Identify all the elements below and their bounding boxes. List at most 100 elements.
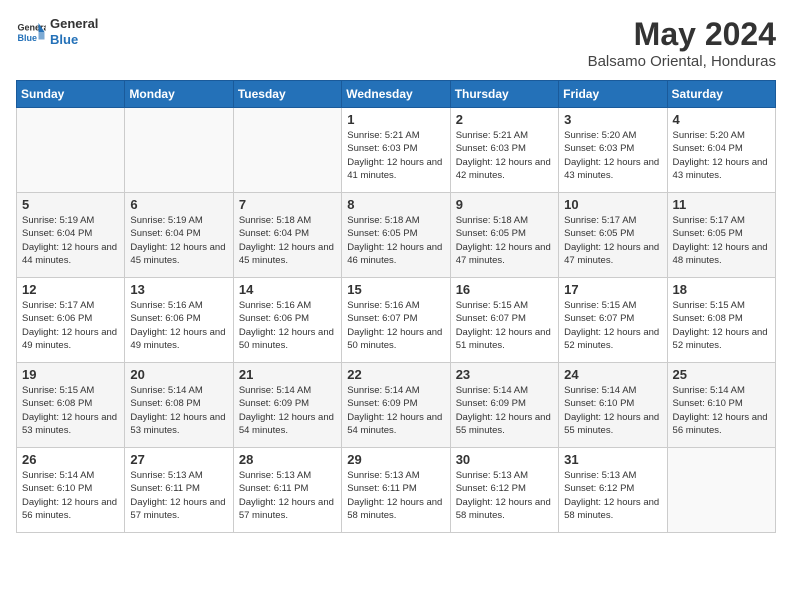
table-row: 25 Sunrise: 5:14 AM Sunset: 6:10 PM Dayli… bbox=[667, 363, 775, 448]
day-detail: Sunrise: 5:14 AM Sunset: 6:10 PM Dayligh… bbox=[564, 384, 661, 437]
table-row: 27Sunrise: 5:13 AM Sunset: 6:11 PM Dayli… bbox=[125, 448, 233, 533]
calendar-week-row: 12Sunrise: 5:17 AM Sunset: 6:06 PM Dayli… bbox=[17, 278, 776, 363]
day-detail: Sunrise: 5:15 AM Sunset: 6:08 PM Dayligh… bbox=[673, 299, 770, 352]
header-saturday: Saturday bbox=[667, 81, 775, 108]
day-number: 22 bbox=[347, 367, 444, 382]
calendar-table: Sunday Monday Tuesday Wednesday Thursday… bbox=[16, 80, 776, 533]
table-row: 29 Sunrise: 5:13 AM Sunset: 6:11 PM Dayli… bbox=[342, 448, 450, 533]
day-number: 4 bbox=[673, 112, 770, 127]
day-detail: Sunrise: 5:14 AM Sunset: 6:09 PM Dayligh… bbox=[347, 384, 444, 437]
header-thursday: Thursday bbox=[450, 81, 558, 108]
table-row: 7 Sunrise: 5:18 AM Sunset: 6:04 PM Daylig… bbox=[233, 193, 341, 278]
header-friday: Friday bbox=[559, 81, 667, 108]
table-row: 28Sunrise: 5:13 AM Sunset: 6:11 PM Dayli… bbox=[233, 448, 341, 533]
calendar-week-row: 19 Sunrise: 5:15 AM Sunset: 6:08 PM Dayli… bbox=[17, 363, 776, 448]
calendar-week-row: 1 Sunrise: 5:21 AM Sunset: 6:03 PM Daylig… bbox=[17, 108, 776, 193]
table-row: 26 Sunrise: 5:14 AM Sunset: 6:10 PM Dayli… bbox=[17, 448, 125, 533]
day-detail: Sunrise: 5:15 AM Sunset: 6:07 PM Dayligh… bbox=[456, 299, 553, 352]
day-number: 20 bbox=[130, 367, 227, 382]
day-detail: Sunrise: 5:18 AM Sunset: 6:05 PM Dayligh… bbox=[456, 214, 553, 267]
table-row bbox=[17, 108, 125, 193]
header-wednesday: Wednesday bbox=[342, 81, 450, 108]
day-number: 29 bbox=[347, 452, 444, 467]
svg-text:Blue: Blue bbox=[18, 33, 38, 43]
day-detail: Sunrise: 5:14 AM Sunset: 6:08 PM Dayligh… bbox=[130, 384, 227, 437]
table-row: 30 Sunrise: 5:13 AM Sunset: 6:12 PM Dayli… bbox=[450, 448, 558, 533]
day-number: 28 bbox=[239, 452, 336, 467]
day-number: 6 bbox=[130, 197, 227, 212]
day-number: 11 bbox=[673, 197, 770, 212]
table-row bbox=[233, 108, 341, 193]
table-row: 1 Sunrise: 5:21 AM Sunset: 6:03 PM Daylig… bbox=[342, 108, 450, 193]
day-number: 31 bbox=[564, 452, 661, 467]
table-row: 15Sunrise: 5:16 AM Sunset: 6:07 PM Dayli… bbox=[342, 278, 450, 363]
logo: General Blue General Blue bbox=[16, 16, 98, 47]
day-detail: Sunrise: 5:13 AM Sunset: 6:11 PM Dayligh… bbox=[347, 469, 444, 522]
day-number: 5 bbox=[22, 197, 119, 212]
day-number: 15 bbox=[347, 282, 444, 297]
day-detail: Sunrise: 5:16 AM Sunset: 6:06 PM Dayligh… bbox=[130, 299, 227, 352]
table-row: 5 Sunrise: 5:19 AM Sunset: 6:04 PM Daylig… bbox=[17, 193, 125, 278]
table-row: 21 Sunrise: 5:14 AM Sunset: 6:09 PM Dayli… bbox=[233, 363, 341, 448]
table-row: 23Sunrise: 5:14 AM Sunset: 6:09 PM Dayli… bbox=[450, 363, 558, 448]
table-row: 9Sunrise: 5:18 AM Sunset: 6:05 PM Daylig… bbox=[450, 193, 558, 278]
day-number: 14 bbox=[239, 282, 336, 297]
table-row: 8Sunrise: 5:18 AM Sunset: 6:05 PM Daylig… bbox=[342, 193, 450, 278]
day-detail: Sunrise: 5:13 AM Sunset: 6:12 PM Dayligh… bbox=[456, 469, 553, 522]
table-row: 14Sunrise: 5:16 AM Sunset: 6:06 PM Dayli… bbox=[233, 278, 341, 363]
day-detail: Sunrise: 5:19 AM Sunset: 6:04 PM Dayligh… bbox=[130, 214, 227, 267]
day-number: 19 bbox=[22, 367, 119, 382]
month-year-title: May 2024 bbox=[588, 16, 776, 53]
day-detail: Sunrise: 5:18 AM Sunset: 6:05 PM Dayligh… bbox=[347, 214, 444, 267]
table-row: 19 Sunrise: 5:15 AM Sunset: 6:08 PM Dayli… bbox=[17, 363, 125, 448]
day-detail: Sunrise: 5:19 AM Sunset: 6:04 PM Dayligh… bbox=[22, 214, 119, 267]
table-row: 18Sunrise: 5:15 AM Sunset: 6:08 PM Dayli… bbox=[667, 278, 775, 363]
title-block: May 2024 Balsamo Oriental, Honduras bbox=[588, 16, 776, 70]
day-detail: Sunrise: 5:14 AM Sunset: 6:10 PM Dayligh… bbox=[22, 469, 119, 522]
day-number: 1 bbox=[347, 112, 444, 127]
day-detail: Sunrise: 5:20 AM Sunset: 6:03 PM Dayligh… bbox=[564, 129, 661, 182]
table-row: 17 Sunrise: 5:15 AM Sunset: 6:07 PM Dayli… bbox=[559, 278, 667, 363]
day-detail: Sunrise: 5:15 AM Sunset: 6:07 PM Dayligh… bbox=[564, 299, 661, 352]
table-row: 13Sunrise: 5:16 AM Sunset: 6:06 PM Dayli… bbox=[125, 278, 233, 363]
day-number: 23 bbox=[456, 367, 553, 382]
day-detail: Sunrise: 5:17 AM Sunset: 6:05 PM Dayligh… bbox=[564, 214, 661, 267]
table-row: 10 Sunrise: 5:17 AM Sunset: 6:05 PM Dayli… bbox=[559, 193, 667, 278]
logo-icon: General Blue bbox=[16, 17, 46, 47]
day-number: 21 bbox=[239, 367, 336, 382]
table-row: 6 Sunrise: 5:19 AM Sunset: 6:04 PM Daylig… bbox=[125, 193, 233, 278]
day-detail: Sunrise: 5:17 AM Sunset: 6:05 PM Dayligh… bbox=[673, 214, 770, 267]
table-row: 31 Sunrise: 5:13 AM Sunset: 6:12 PM Dayli… bbox=[559, 448, 667, 533]
table-row: 4 Sunrise: 5:20 AM Sunset: 6:04 PM Daylig… bbox=[667, 108, 775, 193]
header-monday: Monday bbox=[125, 81, 233, 108]
day-detail: Sunrise: 5:14 AM Sunset: 6:09 PM Dayligh… bbox=[239, 384, 336, 437]
day-detail: Sunrise: 5:17 AM Sunset: 6:06 PM Dayligh… bbox=[22, 299, 119, 352]
logo-blue-text: Blue bbox=[50, 32, 98, 48]
calendar-header-row: Sunday Monday Tuesday Wednesday Thursday… bbox=[17, 81, 776, 108]
day-detail: Sunrise: 5:13 AM Sunset: 6:12 PM Dayligh… bbox=[564, 469, 661, 522]
day-number: 3 bbox=[564, 112, 661, 127]
location-subtitle: Balsamo Oriental, Honduras bbox=[588, 53, 776, 70]
logo-general-text: General bbox=[50, 16, 98, 32]
day-number: 17 bbox=[564, 282, 661, 297]
table-row: 24Sunrise: 5:14 AM Sunset: 6:10 PM Dayli… bbox=[559, 363, 667, 448]
day-detail: Sunrise: 5:15 AM Sunset: 6:08 PM Dayligh… bbox=[22, 384, 119, 437]
table-row bbox=[667, 448, 775, 533]
day-number: 26 bbox=[22, 452, 119, 467]
table-row: 20 Sunrise: 5:14 AM Sunset: 6:08 PM Dayli… bbox=[125, 363, 233, 448]
table-row bbox=[125, 108, 233, 193]
table-row: 2Sunrise: 5:21 AM Sunset: 6:03 PM Daylig… bbox=[450, 108, 558, 193]
table-row: 3 Sunrise: 5:20 AM Sunset: 6:03 PM Daylig… bbox=[559, 108, 667, 193]
day-number: 25 bbox=[673, 367, 770, 382]
table-row: 22 Sunrise: 5:14 AM Sunset: 6:09 PM Dayli… bbox=[342, 363, 450, 448]
day-detail: Sunrise: 5:18 AM Sunset: 6:04 PM Dayligh… bbox=[239, 214, 336, 267]
day-detail: Sunrise: 5:20 AM Sunset: 6:04 PM Dayligh… bbox=[673, 129, 770, 182]
day-number: 10 bbox=[564, 197, 661, 212]
day-detail: Sunrise: 5:13 AM Sunset: 6:11 PM Dayligh… bbox=[130, 469, 227, 522]
page-header: General Blue General Blue May 2024 Balsa… bbox=[16, 16, 776, 70]
day-detail: Sunrise: 5:14 AM Sunset: 6:10 PM Dayligh… bbox=[673, 384, 770, 437]
day-detail: Sunrise: 5:21 AM Sunset: 6:03 PM Dayligh… bbox=[347, 129, 444, 182]
day-detail: Sunrise: 5:21 AM Sunset: 6:03 PM Dayligh… bbox=[456, 129, 553, 182]
day-number: 30 bbox=[456, 452, 553, 467]
day-number: 7 bbox=[239, 197, 336, 212]
